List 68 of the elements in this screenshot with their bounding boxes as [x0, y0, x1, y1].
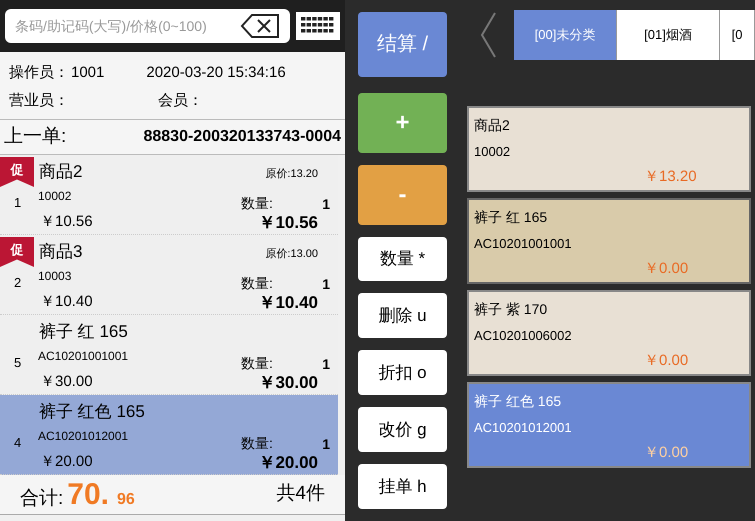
- quantity-value: 1: [322, 435, 330, 454]
- product-code: AC10201001001: [474, 235, 573, 253]
- product-card[interactable]: 裤子 红 165 AC10201001001 ￥0.00: [467, 198, 751, 284]
- product-code: 10002: [38, 188, 72, 205]
- total-label: 合计:: [20, 487, 64, 511]
- original-price: 原价:13.00: [265, 247, 318, 262]
- product-code: AC10201012001: [38, 428, 128, 445]
- action-button[interactable]: 改价 g: [358, 407, 447, 452]
- line-index: 2: [14, 274, 22, 292]
- original-price: 原价:13.20: [265, 167, 318, 182]
- last-order-number: 88830-200320133743-0004: [143, 127, 341, 147]
- product-code: 10003: [38, 268, 72, 285]
- product-code: 10002: [474, 143, 512, 161]
- action-button[interactable]: 数量 *: [358, 236, 447, 282]
- category-tab[interactable]: [0: [720, 10, 755, 60]
- clerk-label: 营业员：: [9, 90, 70, 111]
- product-code: AC10201012001: [474, 419, 573, 437]
- unit-price: ￥10.40: [40, 292, 93, 312]
- line-index: 4: [14, 434, 22, 452]
- product-card[interactable]: 商品2 10002 ￥13.20: [467, 106, 751, 192]
- quantity-value: 1: [322, 275, 330, 294]
- backspace-icon[interactable]: [240, 13, 280, 39]
- search-field[interactable]: 条码/助记码(大写)/价格(0~100): [5, 9, 290, 43]
- quantity-label: 数量:: [241, 354, 273, 373]
- product-price: ￥0.00: [644, 350, 690, 370]
- quantity-label: 数量:: [241, 434, 273, 453]
- quantity-label: 数量:: [241, 194, 273, 213]
- product-card[interactable]: 裤子 紫 170 AC10201006002 ￥0.00: [467, 290, 751, 376]
- datetime-text: 2020-03-20 15:34:16: [146, 62, 286, 83]
- action-button[interactable]: 挂单 h: [358, 464, 447, 510]
- member-label: 会员：: [158, 90, 203, 111]
- keyboard-button[interactable]: [296, 12, 340, 40]
- product-name: 裤子 红 165: [39, 321, 128, 343]
- action-button[interactable]: 折扣 o: [358, 350, 447, 396]
- product-price: ￥0.00: [644, 442, 690, 462]
- product-name: 裤子 红色 165: [39, 401, 145, 423]
- category-tab[interactable]: [01]烟酒: [617, 10, 720, 60]
- action-button[interactable]: 删除 u: [358, 293, 447, 338]
- quantity-value: 1: [322, 355, 330, 374]
- quantity-value: 1: [322, 195, 330, 214]
- item-count: 共4件: [276, 482, 325, 506]
- product-code: AC10201001001: [38, 348, 128, 365]
- promo-badge: 促: [0, 157, 34, 187]
- line-amount: ￥10.56: [258, 212, 318, 234]
- unit-price: ￥20.00: [40, 452, 93, 472]
- total-amount: 70. 96: [67, 477, 135, 513]
- chevron-left-icon[interactable]: [480, 12, 496, 58]
- line-amount: ￥20.00: [258, 452, 318, 474]
- line-amount: ￥30.00: [258, 372, 318, 394]
- promo-badge: 促: [0, 237, 34, 267]
- product-price: ￥13.20: [644, 166, 698, 186]
- product-code: AC10201006002: [474, 327, 573, 345]
- last-order-label: 上一单:: [4, 124, 66, 149]
- product-name: 商品2: [474, 116, 511, 135]
- product-name: 裤子 红色 165: [474, 392, 562, 411]
- product-name: 商品3: [39, 241, 82, 263]
- product-name: 商品2: [39, 161, 82, 183]
- line-amount: ￥10.40: [258, 292, 318, 314]
- unit-price: ￥30.00: [40, 372, 93, 392]
- quantity-label: 数量:: [241, 274, 273, 293]
- product-name: 裤子 红 165: [474, 208, 548, 227]
- line-index: 1: [14, 194, 22, 212]
- operator-label: 操作员：: [9, 62, 69, 83]
- operator-id: 1001: [71, 62, 104, 83]
- product-price: ￥0.00: [644, 258, 690, 278]
- line-index: 5: [14, 354, 22, 372]
- product-name: 裤子 紫 170: [474, 300, 548, 319]
- unit-price: ￥10.56: [40, 212, 93, 232]
